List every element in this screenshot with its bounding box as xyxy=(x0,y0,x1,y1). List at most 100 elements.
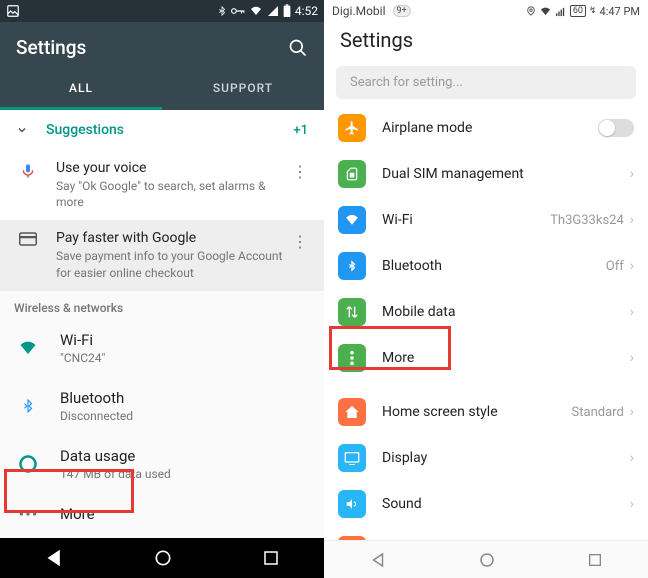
status-time: 4:47 PM xyxy=(600,5,640,18)
item-subtitle: 147 MB of data used xyxy=(60,467,308,481)
item-display[interactable]: Display › xyxy=(324,435,648,481)
recents-icon[interactable] xyxy=(587,552,603,568)
item-title: More xyxy=(60,505,308,523)
nav-bar xyxy=(324,540,648,578)
item-data-usage[interactable]: Data usage 147 MB of data used xyxy=(0,435,324,493)
carrier-label: Digi.Mobil xyxy=(332,4,386,18)
card-title: Pay faster with Google xyxy=(56,230,288,246)
search-icon[interactable] xyxy=(288,38,308,58)
item-mobiledata[interactable]: Mobile data › xyxy=(324,289,648,335)
item-subtitle: Disconnected xyxy=(60,409,308,423)
chevron-right-icon: › xyxy=(630,258,634,274)
battery-icon: 60 xyxy=(570,5,586,17)
item-label: Display xyxy=(382,450,630,466)
card-use-voice[interactable]: Use your voice Say "Ok Google" to search… xyxy=(0,150,324,220)
item-title: Data usage xyxy=(60,447,308,465)
item-label: Mobile data xyxy=(382,304,630,320)
wifi-icon xyxy=(539,6,552,17)
sim-icon xyxy=(338,160,366,188)
status-time: 4:52 xyxy=(295,4,318,18)
item-bluetooth[interactable]: Bluetooth Disconnected xyxy=(0,377,324,435)
item-dualsim[interactable]: Dual SIM management › xyxy=(324,151,648,197)
chevron-right-icon: › xyxy=(630,404,634,420)
mobiledata-icon xyxy=(338,298,366,326)
item-label: Sound xyxy=(382,496,630,512)
card-icon xyxy=(16,232,40,246)
battery-icon xyxy=(283,4,291,18)
section-wireless: Wireless & networks xyxy=(0,291,324,319)
recents-icon[interactable] xyxy=(262,549,280,567)
card-pay-google[interactable]: Pay faster with Google Save payment info… xyxy=(0,220,324,290)
status-bar: Digi.Mobil 9+ 60 ↯ 4:47 PM xyxy=(324,0,648,22)
item-label: More xyxy=(382,350,630,366)
data-usage-icon xyxy=(16,454,40,474)
chevron-right-icon: › xyxy=(630,304,634,320)
item-value: Standard xyxy=(572,405,624,420)
bluetooth-icon xyxy=(338,252,366,280)
chevron-right-icon: › xyxy=(630,350,634,366)
item-more[interactable]: More › xyxy=(324,335,648,381)
item-subtitle: "CNC24" xyxy=(60,351,308,365)
item-title: Wi-Fi xyxy=(60,331,308,349)
search-placeholder: Search for setting... xyxy=(350,75,463,90)
airplane-icon xyxy=(338,114,366,142)
item-title: Bluetooth xyxy=(60,389,308,407)
back-icon[interactable] xyxy=(44,548,64,568)
suggestions-label: Suggestions xyxy=(46,122,293,138)
home-icon[interactable] xyxy=(153,548,173,568)
item-more[interactable]: More xyxy=(0,493,324,535)
item-bluetooth[interactable]: Bluetooth Off › xyxy=(324,243,648,289)
item-label: Airplane mode xyxy=(382,120,598,136)
overflow-icon[interactable]: ⋮ xyxy=(288,230,312,253)
tab-all[interactable]: ALL xyxy=(0,69,162,110)
card-title: Use your voice xyxy=(56,160,288,176)
chevron-right-icon: › xyxy=(630,450,634,466)
item-wifi[interactable]: Wi-Fi Th3G33ks24 › xyxy=(324,197,648,243)
chevron-down-icon xyxy=(16,124,28,136)
bluetooth-icon xyxy=(217,4,227,18)
search-input[interactable]: Search for setting... xyxy=(336,66,636,99)
bluetooth-icon xyxy=(16,396,40,416)
notification-count-badge: 9+ xyxy=(393,5,411,17)
chevron-right-icon: › xyxy=(630,212,634,228)
page-title: Settings xyxy=(16,36,86,59)
overflow-icon[interactable]: ⋮ xyxy=(288,160,312,183)
phone-emui: Digi.Mobil 9+ 60 ↯ 4:47 PM Settings Sear… xyxy=(324,0,648,578)
back-icon[interactable] xyxy=(369,551,387,569)
item-label: Wi-Fi xyxy=(382,212,550,228)
card-subtitle: Save payment info to your Google Account… xyxy=(56,248,288,280)
suggestions-header[interactable]: Suggestions +1 xyxy=(0,110,324,150)
suggestions-badge: +1 xyxy=(293,123,308,138)
item-wifi[interactable]: Wi-Fi "CNC24" xyxy=(0,319,324,377)
card-subtitle: Say "Ok Google" to search, set alarms & … xyxy=(56,178,288,210)
location-icon xyxy=(526,5,536,17)
signal-icon xyxy=(555,6,567,17)
item-value: Off xyxy=(606,259,624,274)
picture-icon xyxy=(6,4,20,18)
airplane-toggle[interactable] xyxy=(598,119,634,137)
phone-stock-android: 4:52 Settings ALL SUPPORT Suggestions +1… xyxy=(0,0,324,578)
status-bar: 4:52 xyxy=(0,0,324,22)
chevron-right-icon: › xyxy=(630,496,634,512)
item-airplane[interactable]: Airplane mode xyxy=(324,105,648,151)
tab-support[interactable]: SUPPORT xyxy=(162,69,324,110)
wifi-icon xyxy=(249,5,263,17)
app-bar: Settings xyxy=(324,22,648,62)
item-label: Home screen style xyxy=(382,404,572,420)
wifi-icon xyxy=(16,339,40,357)
item-sound[interactable]: Sound › xyxy=(324,481,648,527)
home-icon xyxy=(338,398,366,426)
item-homescreen[interactable]: Home screen style Standard › xyxy=(324,389,648,435)
home-icon[interactable] xyxy=(478,551,496,569)
page-title: Settings xyxy=(340,28,632,52)
app-bar: Settings ALL SUPPORT xyxy=(0,22,324,110)
tabs: ALL SUPPORT xyxy=(0,69,324,110)
more-vert-icon xyxy=(338,344,366,372)
more-horiz-icon xyxy=(16,511,40,517)
item-value: Th3G33ks24 xyxy=(550,213,624,228)
nav-bar xyxy=(0,538,324,578)
item-label: Bluetooth xyxy=(382,258,606,274)
mic-icon xyxy=(16,162,40,180)
display-icon xyxy=(338,444,366,472)
sound-icon xyxy=(338,490,366,518)
